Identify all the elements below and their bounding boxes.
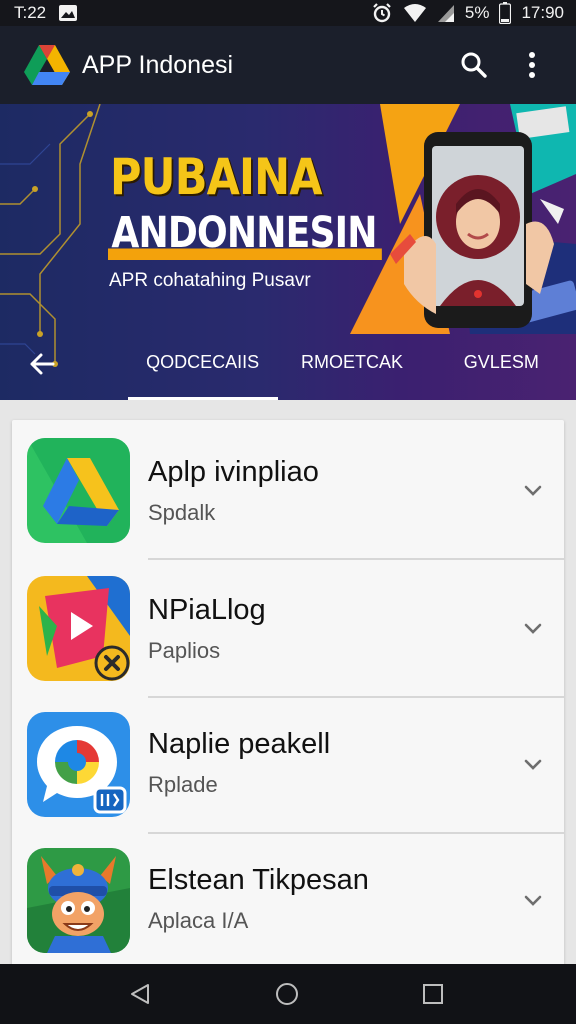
app-bar: APP Indonesi <box>0 26 576 104</box>
play-media-app-icon <box>27 576 130 681</box>
battery-percent: 5% <box>464 3 490 22</box>
more-vert-icon[interactable] <box>508 41 556 89</box>
list-item[interactable]: Elstean Tikpesan Aplaca I/A <box>12 834 564 972</box>
banner-subhead: ANDONNESIN <box>108 208 382 260</box>
chevron-down-icon[interactable] <box>518 476 548 506</box>
list-item-subtitle: Rplade <box>148 772 218 797</box>
banner-tab-strip: QODCECAIIS RMOETCAK GVLESM <box>128 348 576 400</box>
back-triangle-icon[interactable] <box>124 978 156 1010</box>
signal-icon <box>437 3 455 23</box>
chevron-down-icon[interactable] <box>518 614 548 644</box>
tab-gvlesm[interactable]: GVLESM <box>427 348 576 400</box>
status-bar: T:22 5% 17:90 <box>0 0 576 26</box>
battery-icon <box>499 2 512 24</box>
back-arrow-icon[interactable] <box>22 344 62 384</box>
triangle-drive-app-icon <box>27 438 130 543</box>
chat-bubble-app-icon <box>27 712 130 817</box>
list-item-subtitle: Aplaca I/A <box>148 908 249 933</box>
status-time-right: 17:90 <box>521 3 564 22</box>
app-title: APP Indonesi <box>82 50 234 79</box>
chevron-down-icon[interactable] <box>518 886 548 916</box>
list-item[interactable]: Aplp ivinpliao Spdalk <box>12 420 564 558</box>
promo-banner[interactable]: PUBAINA ANDONNESIN APR cohatahing Pusavr… <box>0 104 576 400</box>
list-item-title: NPiaLlog <box>148 594 266 626</box>
list-item-subtitle: Spdalk <box>148 500 216 525</box>
tab-label: RMOETCAK <box>300 352 403 372</box>
app-logo-icon <box>24 42 70 88</box>
alarm-icon <box>371 2 393 24</box>
list-item[interactable]: NPiaLlog Paplios <box>12 560 564 698</box>
tab-label: QODCECAIIS <box>146 352 260 372</box>
app-list: Aplp ivinpliao Spdalk NPiaLlog Paplios N… <box>12 420 564 980</box>
recents-square-icon[interactable] <box>417 978 449 1010</box>
banner-headline: PUBAINA <box>110 148 323 206</box>
tab-rmoetcak[interactable]: RMOETCAK <box>277 348 426 400</box>
tab-label: GVLESM <box>463 352 539 372</box>
list-item[interactable]: Naplie peakell Rplade <box>12 698 564 836</box>
chevron-down-icon[interactable] <box>518 750 548 780</box>
home-circle-icon[interactable] <box>271 978 303 1010</box>
list-item-subtitle: Paplios <box>148 638 221 663</box>
tab-qodcecaiis[interactable]: QODCECAIIS <box>128 348 279 400</box>
system-nav-bar <box>0 964 576 1024</box>
list-item-title: Elstean Tikpesan <box>148 864 369 896</box>
list-item-title: Aplp ivinpliao <box>148 456 319 488</box>
search-icon[interactable] <box>450 41 498 89</box>
list-item-title: Naplie peakell <box>148 728 331 760</box>
status-time-left: T:22 <box>14 3 47 22</box>
wifi-icon <box>403 3 427 23</box>
gallery-icon <box>58 4 78 22</box>
mascot-game-app-icon <box>27 848 130 953</box>
banner-tagline: APR cohatahing Pusavr <box>109 270 311 291</box>
